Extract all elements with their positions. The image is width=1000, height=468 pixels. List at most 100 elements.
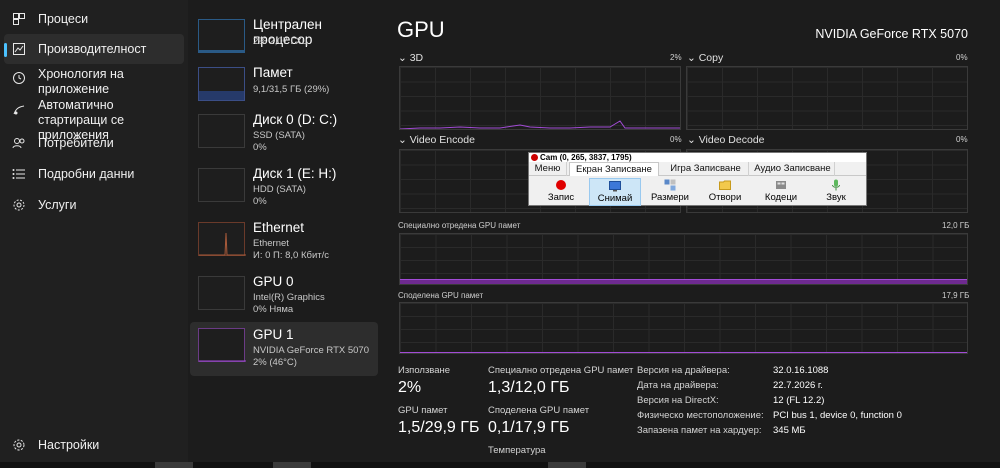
tab-screen-recording[interactable]: Екран Записване bbox=[569, 162, 659, 176]
engine-selector-video-decode[interactable]: ⌄ Video Decode bbox=[687, 134, 765, 146]
screenshot-button[interactable]: Снимай bbox=[589, 178, 641, 206]
device-gpu0[interactable]: GPU 0 Intel(R) Graphics 0% Няма bbox=[190, 272, 378, 326]
device-cpu[interactable]: Централен процесор 2% 2,07 ГХц bbox=[190, 15, 378, 69]
device-sub-2: 0% bbox=[253, 196, 267, 207]
taskbar-edge bbox=[0, 462, 1000, 468]
device-ethernet[interactable]: Ethernet Ethernet И: 0 П: 8,0 Кбит/с bbox=[190, 218, 378, 272]
shared-memory-stat-value: 0,1/17,9 ГБ bbox=[488, 419, 570, 436]
device-name: GPU 1 bbox=[253, 327, 294, 342]
usage-value: 2% bbox=[398, 379, 422, 396]
device-name: Памет bbox=[253, 65, 293, 80]
device-gpu1[interactable]: GPU 1 NVIDIA GeForce RTX 5070 2% (46°C) bbox=[190, 322, 378, 376]
nav-item-performance[interactable]: Производителност bbox=[4, 34, 184, 64]
graph-copy bbox=[686, 66, 968, 130]
shared-memory-fill bbox=[400, 352, 967, 353]
engine-selector-copy[interactable]: ⌄ Copy bbox=[687, 52, 723, 64]
engine-label: Video Decode bbox=[698, 134, 765, 146]
startup-icon bbox=[13, 105, 25, 115]
taskbar-item[interactable] bbox=[548, 462, 586, 468]
device-memory[interactable]: Памет 9,1/31,5 ГБ (29%) bbox=[190, 63, 378, 117]
gpu0-thumbnail-graph bbox=[198, 276, 245, 310]
recorder-toolbar-window[interactable]: Cam (0, 265, 3837, 1795) Меню Екран Запи… bbox=[528, 152, 867, 206]
gpu-model-name: NVIDIA GeForce RTX 5070 bbox=[815, 27, 968, 41]
screenshot-icon bbox=[609, 181, 621, 192]
gpu-memory-label: GPU памет bbox=[398, 405, 448, 416]
record-button-label: Запис bbox=[547, 192, 575, 203]
tab-audio-recording[interactable]: Аудио Записване bbox=[751, 162, 835, 176]
dedicated-memory-label: Специално отредена GPU памет bbox=[398, 221, 521, 230]
folder-icon bbox=[719, 180, 731, 190]
nav-item-app-history[interactable]: Хронология на приложение bbox=[4, 66, 184, 96]
device-disk0[interactable]: Диск 0 (D: C:) SSD (SATA) 0% bbox=[190, 110, 378, 164]
device-name: Диск 0 (D: C:) bbox=[253, 112, 338, 127]
codecs-button[interactable]: Кодеци bbox=[755, 178, 807, 206]
engine-label: Video Encode bbox=[409, 134, 475, 146]
engine-selector-video-encode[interactable]: ⌄ Video Encode bbox=[398, 134, 475, 146]
page-title: GPU bbox=[397, 17, 445, 42]
directx-version-value: 12 (FL 12.2) bbox=[773, 395, 825, 406]
cpu-thumbnail-graph bbox=[198, 19, 245, 53]
dimensions-icon bbox=[664, 179, 676, 191]
codecs-icon bbox=[776, 181, 786, 189]
dedicated-memory-fill bbox=[400, 279, 967, 284]
graph-shared-memory bbox=[399, 302, 968, 354]
taskbar-item[interactable] bbox=[273, 462, 311, 468]
performance-icon bbox=[13, 43, 25, 55]
recorder-app-icon bbox=[531, 154, 538, 161]
directx-version-label: Версия на DirectX: bbox=[637, 395, 719, 406]
nav-label-performance: Производителност bbox=[38, 42, 147, 56]
open-button[interactable]: Отвори bbox=[699, 178, 751, 206]
recorder-title-text: Cam (0, 265, 3837, 1795) bbox=[540, 153, 632, 162]
device-sub-2: 0% Няма bbox=[253, 304, 294, 315]
recorder-titlebar[interactable]: Cam (0, 265, 3837, 1795) bbox=[529, 153, 866, 162]
device-name: Диск 1 (E: H:) bbox=[253, 166, 337, 181]
open-button-label: Отвори bbox=[708, 192, 742, 203]
nav-item-users[interactable]: Потребители bbox=[4, 133, 184, 153]
device-sub-2: 2% (46°C) bbox=[253, 357, 297, 368]
engine-percent: 2% bbox=[670, 53, 682, 62]
reserved-memory-value: 345 МБ bbox=[773, 425, 806, 436]
nav-item-startup[interactable]: Автоматично стартиращи се приложения bbox=[4, 97, 184, 142]
audio-button-label: Звук bbox=[826, 192, 846, 203]
recorder-tab-strip: Меню Екран Записване Игра Записване Ауди… bbox=[529, 162, 866, 176]
gpu-details-panel: GPU NVIDIA GeForce RTX 5070 ⌄ 3D 2% ⌄ Co… bbox=[381, 0, 1000, 468]
disk1-thumbnail-graph bbox=[198, 168, 245, 202]
codecs-button-label: Кодеци bbox=[764, 192, 798, 203]
physical-location-value: PCI bus 1, device 0, function 0 bbox=[773, 410, 902, 421]
audio-button[interactable]: Звук bbox=[810, 178, 862, 206]
tab-menu[interactable]: Меню bbox=[529, 162, 567, 176]
taskbar-item[interactable] bbox=[155, 462, 193, 468]
users-icon bbox=[12, 138, 25, 149]
reserved-memory-label: Запазена памет на хардуер: bbox=[637, 425, 762, 436]
nav-item-services[interactable]: Услуги bbox=[4, 195, 184, 215]
memory-thumbnail-graph bbox=[198, 67, 245, 101]
graph-3d bbox=[399, 66, 681, 130]
record-icon bbox=[556, 180, 566, 190]
nav-item-details[interactable]: Подробни данни bbox=[4, 164, 184, 184]
shared-memory-stat-label: Споделена GPU памет bbox=[488, 405, 590, 416]
device-sub: Ethernet bbox=[253, 238, 289, 249]
nav-item-processes[interactable]: Процеси bbox=[4, 9, 184, 29]
microphone-icon bbox=[832, 179, 840, 191]
dedicated-memory-stat-value: 1,3/12,0 ГБ bbox=[488, 379, 570, 396]
gpu1-thumbnail-graph bbox=[198, 328, 246, 362]
device-name: Ethernet bbox=[253, 220, 305, 235]
engine-selector-3d[interactable]: ⌄ 3D bbox=[398, 52, 423, 64]
nav-label-settings: Настройки bbox=[38, 438, 100, 452]
engine-percent: 0% bbox=[956, 135, 968, 144]
tab-game-recording[interactable]: Игра Записване bbox=[663, 162, 749, 176]
dimensions-button[interactable]: Размери bbox=[644, 178, 696, 206]
ethernet-thumbnail-graph bbox=[198, 222, 246, 256]
device-sub: NVIDIA GeForce RTX 5070 bbox=[253, 345, 369, 356]
nav-item-settings[interactable]: Настройки bbox=[4, 435, 184, 455]
device-disk1[interactable]: Диск 1 (E: H:) HDD (SATA) 0% bbox=[190, 164, 378, 218]
device-name: GPU 0 bbox=[253, 274, 294, 289]
gpu-memory-value: 1,5/29,9 ГБ bbox=[398, 419, 480, 436]
engine-label: Copy bbox=[698, 52, 724, 64]
device-sub: SSD (SATA) bbox=[253, 130, 305, 141]
driver-version-label: Версия на драйвера: bbox=[637, 365, 730, 376]
shared-memory-label: Споделена GPU памет bbox=[398, 291, 484, 300]
record-button[interactable]: Запис bbox=[535, 178, 587, 206]
device-list: Централен процесор 2% 2,07 ГХц Памет 9,1… bbox=[188, 0, 380, 468]
dimensions-button-label: Размери bbox=[651, 192, 689, 203]
